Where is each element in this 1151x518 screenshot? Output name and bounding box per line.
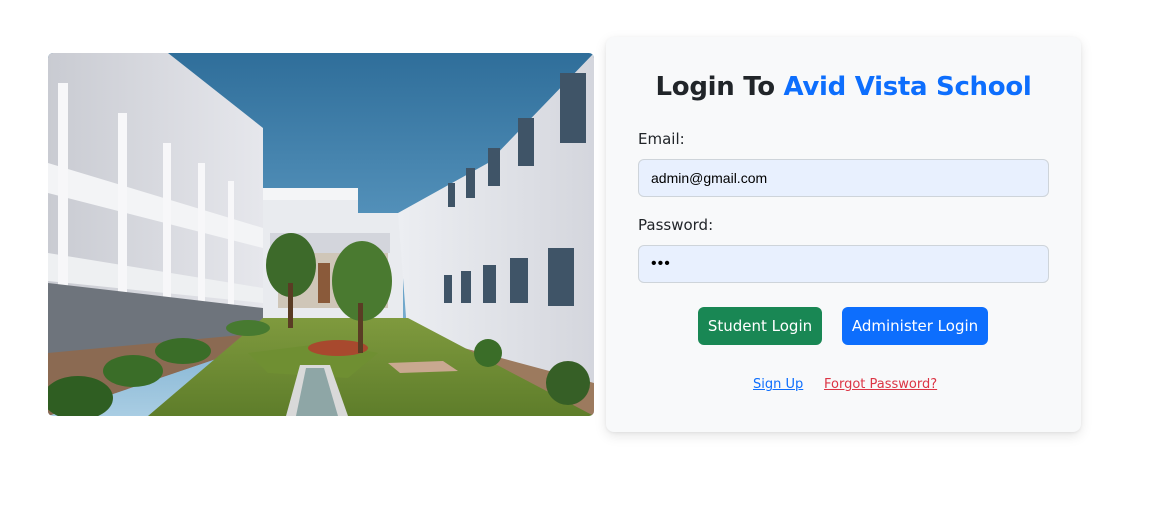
email-label: Email: (638, 130, 685, 148)
sign-up-link[interactable]: Sign Up (753, 377, 803, 392)
student-login-button[interactable]: Student Login (698, 307, 822, 345)
login-page: Login To Avid Vista School Email: Passwo… (0, 0, 1151, 518)
title-prefix: Login To (655, 72, 784, 102)
login-card: Login To Avid Vista School Email: Passwo… (606, 37, 1081, 432)
email-input[interactable] (638, 159, 1049, 197)
school-courtyard-image (48, 53, 594, 416)
school-name: Avid Vista School (783, 72, 1032, 102)
password-label: Password: (638, 216, 714, 234)
administer-login-button[interactable]: Administer Login (842, 307, 988, 345)
password-input[interactable] (638, 245, 1049, 283)
page-title: Login To Avid Vista School (606, 70, 1081, 104)
forgot-password-link[interactable]: Forgot Password? (824, 377, 937, 392)
